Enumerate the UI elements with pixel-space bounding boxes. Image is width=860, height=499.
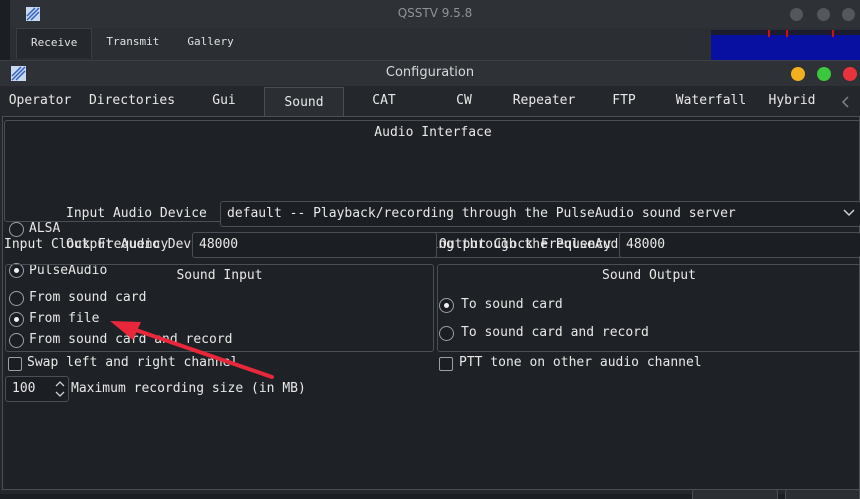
background-titlebar: QSSTV 9.5.8 (10, 0, 860, 28)
chevron-down-icon (843, 209, 855, 217)
tab-transmit[interactable]: Transmit (92, 28, 173, 58)
minimize-button[interactable] (791, 67, 805, 81)
max-recording-size-spinbox[interactable]: 100 (5, 376, 69, 402)
input-audio-device-select[interactable]: default -- Playback/recording through th… (220, 201, 860, 227)
dialog-titlebar: Configuration (0, 61, 860, 86)
to-sound-card-and-record-label: To sound card and record (461, 325, 649, 340)
tab-directories[interactable]: Directories (80, 86, 184, 116)
ptt-tone-checkbox[interactable] (439, 357, 453, 371)
sound-settings-page: Audio Interface ALSA PulseAudio Input Au… (2, 116, 860, 490)
config-tab-bar: Operator Directories Gui Sound CAT CW Re… (0, 86, 860, 117)
to-sound-card-and-record-radio[interactable] (439, 326, 454, 341)
sound-output-title: Sound Output (602, 268, 696, 283)
alsa-radio[interactable] (9, 222, 24, 237)
input-clock-frequency-label: Input Clock Frequency (4, 237, 169, 252)
background-maximize-button[interactable] (817, 8, 830, 21)
ptt-tone-label: PTT tone on other audio channel (459, 355, 702, 370)
alsa-label: ALSA (29, 221, 61, 236)
input-audio-device-label: Input Audio Device (66, 206, 207, 221)
spin-arrows-icon[interactable] (54, 379, 66, 399)
dialog-title: Configuration (385, 65, 475, 80)
background-minimize-button[interactable] (790, 8, 803, 21)
to-sound-card-label: To sound card (461, 297, 563, 312)
tab-gui[interactable]: Gui (186, 86, 262, 116)
spectrum-marker (832, 30, 834, 37)
tab-hybrid[interactable]: Hybrid (758, 86, 826, 116)
tab-cw[interactable]: CW (424, 86, 504, 116)
from-sound-card-and-record-label: From sound card and record (29, 332, 233, 347)
from-sound-card-label: From sound card (29, 290, 147, 305)
spectrum-marker (768, 30, 770, 37)
cancel-button[interactable] (785, 489, 860, 499)
from-file-label: From file (29, 311, 100, 326)
from-file-radio[interactable] (9, 312, 24, 327)
sound-input-title: Sound Input (176, 268, 263, 283)
ok-button[interactable] (692, 489, 778, 499)
to-sound-card-radio[interactable] (439, 298, 454, 313)
tab-receive[interactable]: Receive (16, 28, 93, 58)
input-audio-device-value: default -- Playback/recording through th… (227, 206, 736, 221)
spectrum-marker (786, 30, 788, 37)
waterfall-spectrum-display (711, 30, 860, 60)
close-button[interactable] (843, 67, 857, 81)
tab-sound[interactable]: Sound (264, 87, 344, 117)
tab-waterfall[interactable]: Waterfall (664, 86, 758, 116)
background-close-button[interactable] (842, 8, 855, 21)
from-sound-card-radio[interactable] (9, 291, 24, 306)
chevron-left-icon[interactable] (840, 95, 852, 109)
tab-repeater[interactable]: Repeater (504, 86, 584, 116)
tab-gallery[interactable]: Gallery (173, 28, 247, 58)
background-window-title: QSSTV 9.5.8 (397, 6, 473, 20)
input-clock-frequency-field[interactable]: 48000 (192, 232, 437, 258)
audio-interface-title: Audio Interface (374, 125, 492, 140)
swap-channels-label: Swap left and right channel (27, 355, 239, 370)
configuration-dialog: Configuration Operator Directories Gui S… (0, 60, 860, 499)
tab-operator[interactable]: Operator (2, 86, 78, 116)
tab-cat[interactable]: CAT (346, 86, 422, 116)
from-sound-card-and-record-radio[interactable] (9, 333, 24, 348)
maximize-button[interactable] (817, 67, 831, 81)
output-clock-frequency-label: Output Clock Frequency (439, 237, 612, 252)
output-clock-frequency-field[interactable]: 48000 (619, 232, 860, 258)
max-recording-size-label: Maximum recording size (in MB) (71, 381, 306, 396)
swap-channels-checkbox[interactable] (8, 357, 22, 371)
background-tab-bar: Receive Transmit Gallery (16, 28, 248, 58)
tab-ftp[interactable]: FTP (586, 86, 662, 116)
max-recording-size-value: 100 (12, 381, 36, 396)
